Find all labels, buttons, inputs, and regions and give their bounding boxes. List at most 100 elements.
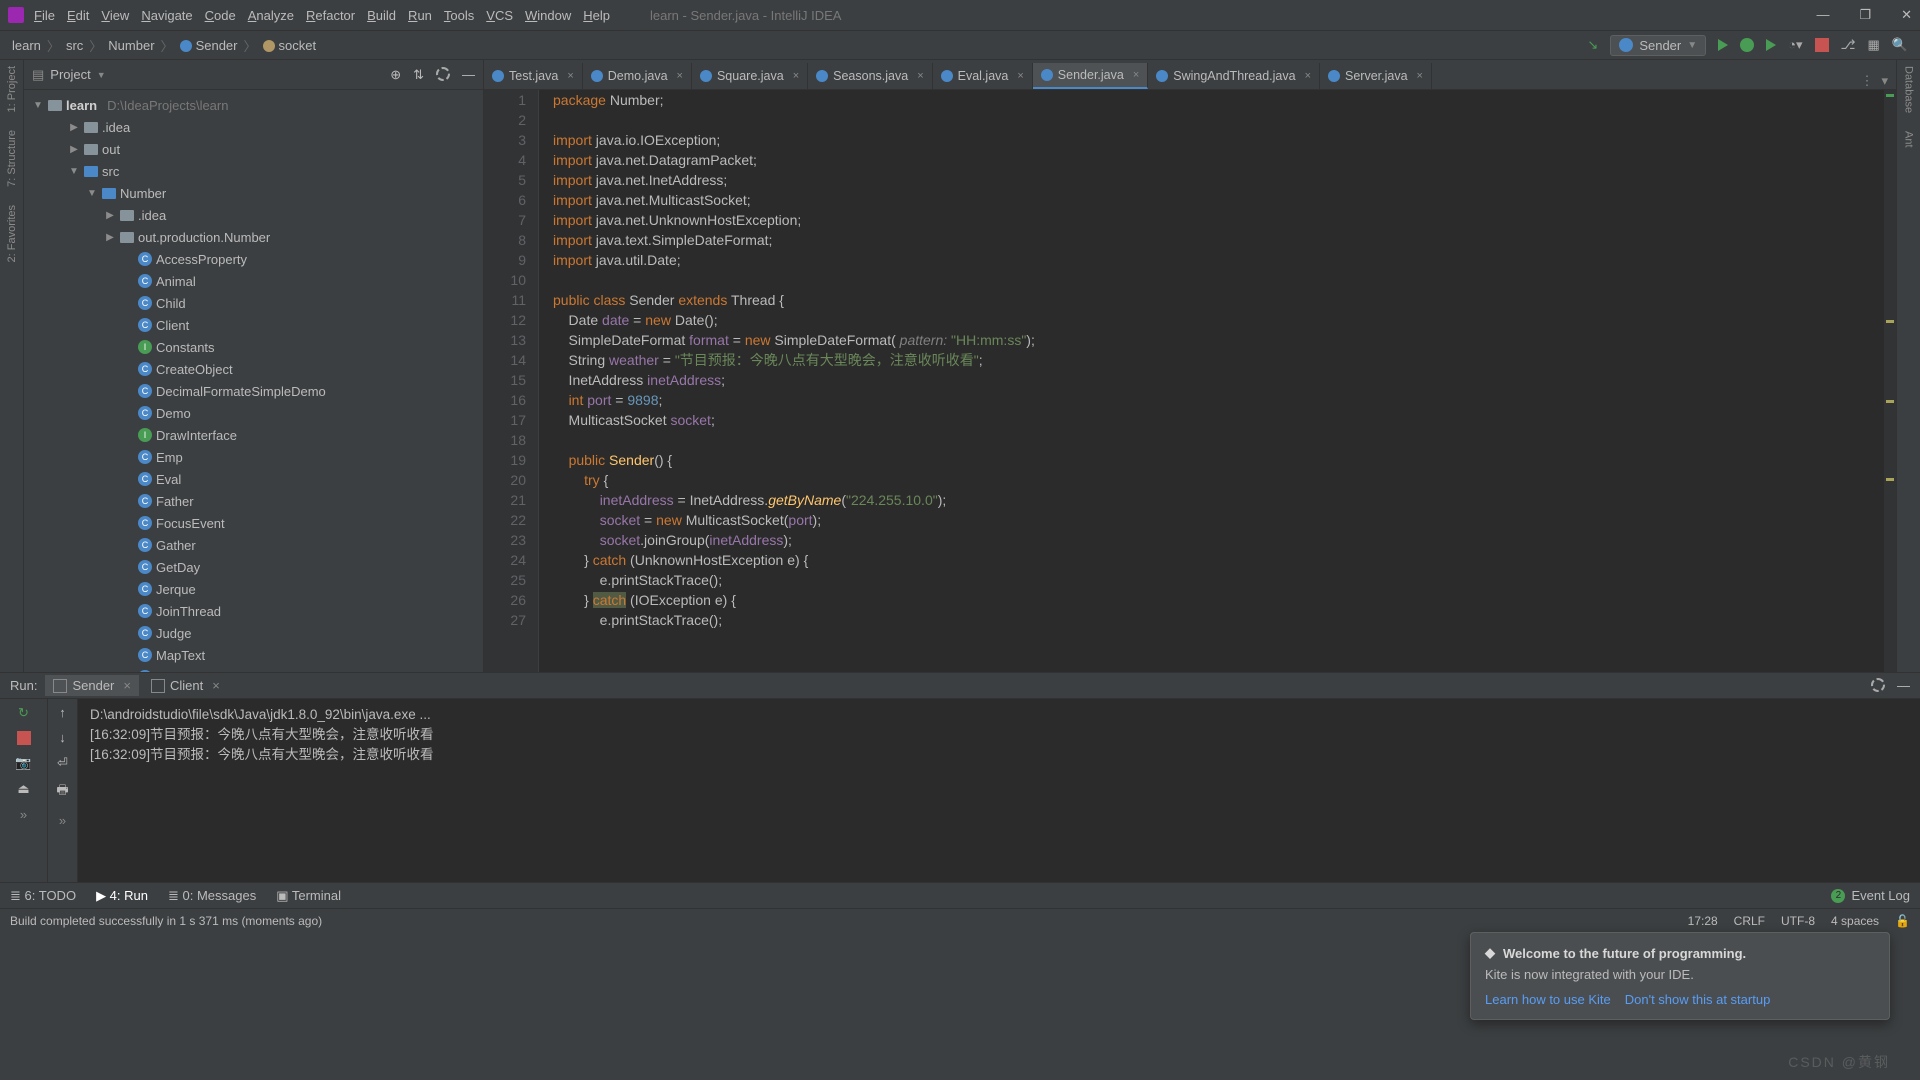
up-icon[interactable]: ↑	[59, 705, 66, 720]
tree-node[interactable]: ▼src	[24, 160, 483, 182]
menu-run[interactable]: Run	[408, 8, 432, 23]
menu-build[interactable]: Build	[367, 8, 396, 23]
menu-window[interactable]: Window	[525, 8, 571, 23]
breadcrumb-item[interactable]: learn	[12, 38, 41, 53]
editor-tab[interactable]: Eval.java×	[933, 63, 1033, 89]
run-button[interactable]	[1718, 39, 1728, 51]
tree-node[interactable]: CJerque	[24, 578, 483, 600]
code-lines[interactable]: package Number;import java.io.IOExceptio…	[539, 90, 1896, 672]
menu-vcs[interactable]: VCS	[486, 8, 513, 23]
terminal-tool-button[interactable]: ▣ Terminal	[276, 888, 341, 904]
breadcrumb-item[interactable]: Sender	[180, 38, 238, 53]
menu-help[interactable]: Help	[583, 8, 610, 23]
tree-node[interactable]: CFocusEvent	[24, 512, 483, 534]
editor-tab[interactable]: Demo.java×	[583, 63, 692, 89]
tree-node[interactable]: ▼learnD:\IdeaProjects\learn	[24, 94, 483, 116]
tree-node[interactable]: CJudge	[24, 622, 483, 644]
close-tab-icon[interactable]: ×	[917, 70, 923, 82]
wrap-icon[interactable]: ⏎	[57, 755, 68, 771]
structure-tool-button[interactable]: 7: Structure	[6, 130, 18, 187]
editor-tab[interactable]: SwingAndThread.java×	[1148, 63, 1320, 89]
rerun-button[interactable]: ↻	[18, 705, 29, 721]
messages-tool-button[interactable]: ≣ 0: Messages	[168, 888, 256, 904]
dump-button[interactable]: 📷	[15, 755, 31, 771]
eventlog-tool-button[interactable]: Event Log	[1851, 888, 1910, 903]
tree-node[interactable]: ▶.idea	[24, 204, 483, 226]
profiler-button[interactable]: ◔▾	[1788, 37, 1802, 53]
close-button[interactable]: ✕	[1901, 7, 1912, 23]
project-tool-button[interactable]: 1: Project	[6, 66, 18, 112]
editor-tab[interactable]: Sender.java×	[1033, 63, 1148, 89]
tree-node[interactable]: CFather	[24, 490, 483, 512]
tree-node[interactable]: CDecimalFormateSimpleDemo	[24, 380, 483, 402]
menu-file[interactable]: File	[34, 8, 55, 23]
run-tab[interactable]: Client×	[143, 675, 228, 696]
status-indent[interactable]: 4 spaces	[1831, 914, 1879, 928]
debug-button[interactable]	[1740, 38, 1754, 52]
status-eol[interactable]: CRLF	[1734, 914, 1765, 928]
tree-node[interactable]: ▶out	[24, 138, 483, 160]
ant-tool-button[interactable]: Ant	[1903, 131, 1915, 148]
tree-node[interactable]: CClient	[24, 314, 483, 336]
popup-learn-link[interactable]: Learn how to use Kite	[1485, 992, 1611, 1007]
tree-node[interactable]: ▼Number	[24, 182, 483, 204]
search-icon[interactable]: 🔍	[1892, 37, 1908, 53]
tree-node[interactable]: CGetDay	[24, 556, 483, 578]
expand-all-icon[interactable]: ⇅	[413, 67, 424, 83]
gear-icon[interactable]	[1871, 678, 1885, 692]
error-stripe[interactable]	[1884, 90, 1896, 672]
menu-navigate[interactable]: Navigate	[141, 8, 192, 23]
tree-node[interactable]: CGather	[24, 534, 483, 556]
tree-node[interactable]: CMathRondom	[24, 666, 483, 672]
close-tab-icon[interactable]: ×	[1133, 69, 1139, 81]
breadcrumb-item[interactable]: socket	[263, 38, 317, 53]
run-tool-button[interactable]: ▶ 4: Run	[96, 888, 148, 904]
build-icon[interactable]: ↘	[1587, 37, 1598, 53]
tree-node[interactable]: CAccessProperty	[24, 248, 483, 270]
minimize-button[interactable]: —	[1816, 7, 1829, 23]
menu-code[interactable]: Code	[205, 8, 236, 23]
lock-icon[interactable]: 🔓	[1895, 914, 1910, 928]
more-icon[interactable]: »	[20, 807, 27, 822]
close-tab-icon[interactable]: ×	[1017, 70, 1023, 82]
close-tab-icon[interactable]: ×	[567, 70, 573, 82]
tree-node[interactable]: CCreateObject	[24, 358, 483, 380]
code-editor[interactable]: 1234567891011121314151617181920212223242…	[484, 90, 1896, 672]
tree-node[interactable]: ▶out.production.Number	[24, 226, 483, 248]
tree-node[interactable]: CChild	[24, 292, 483, 314]
breadcrumb-item[interactable]: Number	[108, 38, 154, 53]
select-opened-icon[interactable]: ⊕	[390, 67, 401, 83]
run-config-selector[interactable]: Sender ▼	[1610, 35, 1706, 56]
popup-dismiss-link[interactable]: Don't show this at startup	[1625, 992, 1771, 1007]
hide-panel-icon[interactable]: —	[462, 67, 475, 83]
tree-node[interactable]: CEval	[24, 468, 483, 490]
editor-tab[interactable]: Server.java×	[1320, 63, 1432, 89]
editor-tab[interactable]: Test.java×	[484, 63, 583, 89]
tree-node[interactable]: CEmp	[24, 446, 483, 468]
maximize-button[interactable]: ❐	[1859, 7, 1871, 23]
tabs-chevron-icon[interactable]: ▾	[1881, 73, 1888, 89]
tree-node[interactable]: ▶.idea	[24, 116, 483, 138]
menu-tools[interactable]: Tools	[444, 8, 474, 23]
tree-node[interactable]: CJoinThread	[24, 600, 483, 622]
print-icon[interactable]: 🖶	[56, 781, 68, 803]
git-icon[interactable]: ⎇	[1841, 37, 1856, 53]
tree-node[interactable]: IConstants	[24, 336, 483, 358]
gear-icon[interactable]	[436, 67, 450, 81]
hide-panel-icon[interactable]: —	[1897, 678, 1910, 693]
todo-tool-button[interactable]: ≣ 6: TODO	[10, 888, 76, 904]
close-tab-icon[interactable]: ×	[1305, 70, 1311, 82]
exit-button[interactable]: ⏏	[17, 781, 29, 797]
more-icon[interactable]: »	[59, 813, 66, 828]
menu-refactor[interactable]: Refactor	[306, 8, 355, 23]
tabs-dropdown-icon[interactable]: ⋮	[1860, 73, 1873, 89]
breadcrumb-item[interactable]: src	[66, 38, 83, 53]
favorites-tool-button[interactable]: 2: Favorites	[6, 205, 18, 262]
editor-tab[interactable]: Seasons.java×	[808, 63, 933, 89]
layout-icon[interactable]: ▦	[1868, 37, 1880, 53]
tree-node[interactable]: IDrawInterface	[24, 424, 483, 446]
tree-node[interactable]: CDemo	[24, 402, 483, 424]
run-tab[interactable]: Sender×	[45, 675, 139, 696]
chevron-down-icon[interactable]: ▼	[97, 70, 106, 80]
run-output[interactable]: D:\androidstudio\file\sdk\Java\jdk1.8.0_…	[78, 699, 1920, 882]
